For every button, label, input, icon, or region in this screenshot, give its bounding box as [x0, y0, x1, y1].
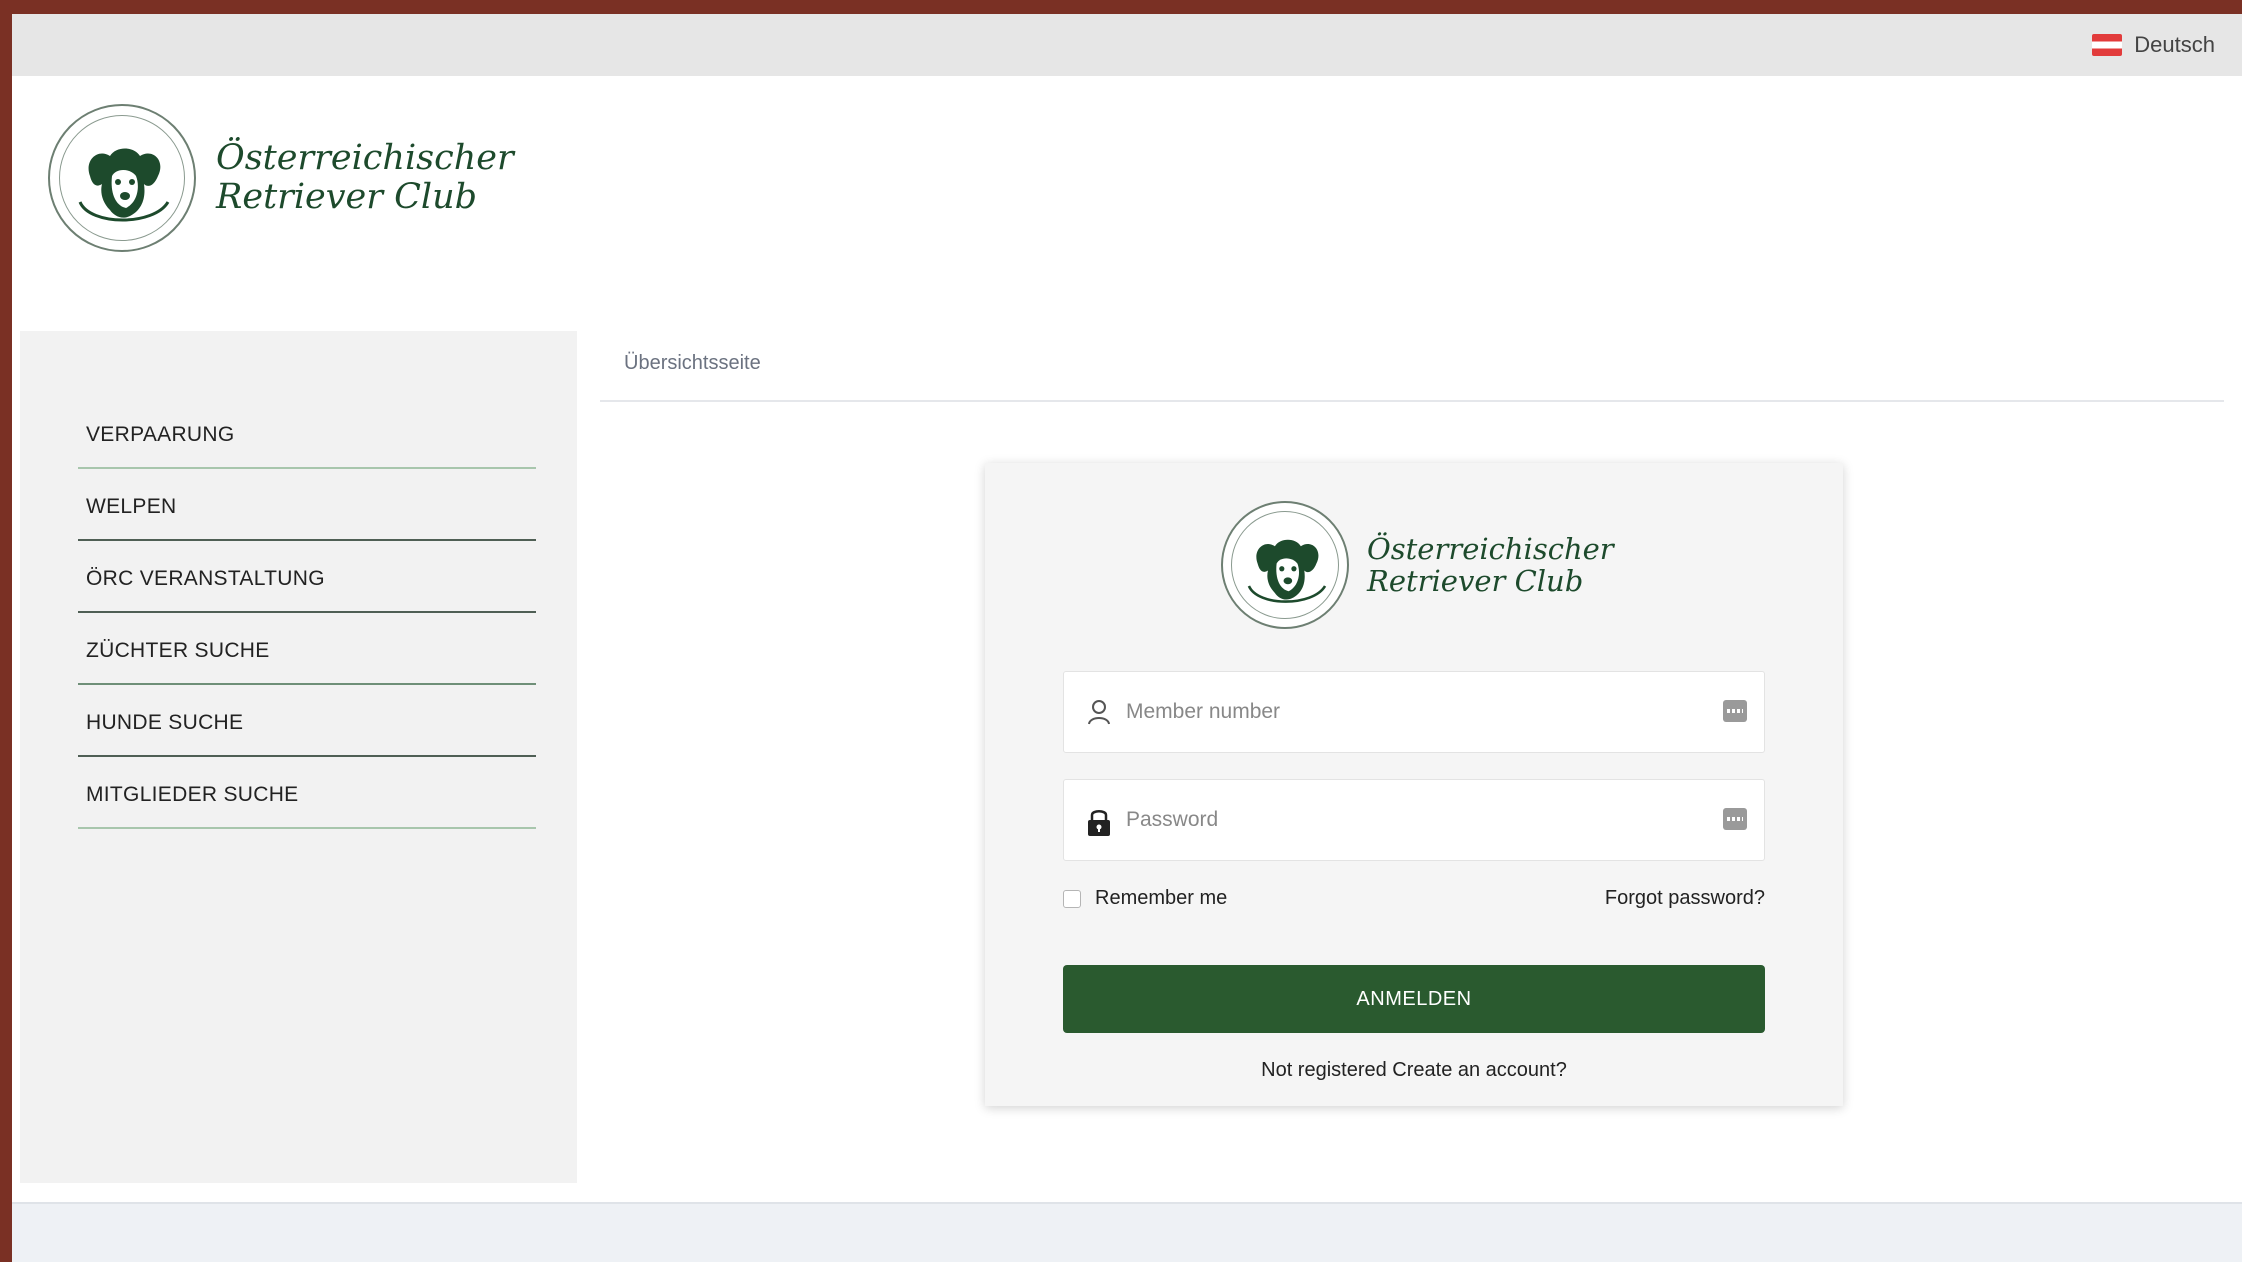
sidebar-menu: VERPAARUNG WELPEN ÖRC VERANSTALTUNG ZÜCH…	[78, 397, 536, 829]
top-bar: Deutsch	[12, 14, 2242, 76]
password-input[interactable]	[1126, 780, 1686, 860]
login-logo: Österreichischer Retriever Club	[1221, 501, 1614, 629]
browser-page: Deutsch Österreichischer Retriever Club	[12, 14, 2242, 1262]
forgot-password-link[interactable]: Forgot password?	[1605, 887, 1765, 910]
lock-icon	[1086, 806, 1112, 843]
sidebar-item-mitglieder-suche[interactable]: MITGLIEDER SUCHE	[78, 757, 536, 829]
member-number-field	[1063, 671, 1765, 753]
breadcrumb[interactable]: Übersichtsseite	[624, 352, 761, 375]
password-field	[1063, 779, 1765, 861]
password-manager-icon[interactable]	[1723, 700, 1747, 722]
austria-flag-icon	[2092, 34, 2123, 56]
sidebar: VERPAARUNG WELPEN ÖRC VERANSTALTUNG ZÜCH…	[20, 331, 577, 1183]
brand-line-1: Österreichischer	[1367, 531, 1614, 566]
login-logo-text: Österreichischer Retriever Club	[1367, 531, 1614, 598]
login-button[interactable]: ANMELDEN	[1063, 965, 1765, 1033]
remember-me-label: Remember me	[1095, 887, 1228, 909]
brand-line-2: Retriever Club	[216, 177, 478, 217]
login-card: Österreichischer Retriever Club Member n…	[985, 463, 1843, 1106]
sidebar-item-orc-veranstaltung[interactable]: ÖRC VERANSTALTUNG	[78, 541, 536, 613]
sidebar-item-welpen[interactable]: WELPEN	[78, 469, 536, 541]
breadcrumb-divider	[600, 400, 2224, 402]
sidebar-item-zuechter-suche[interactable]: ZÜCHTER SUCHE	[78, 613, 536, 685]
remember-me-checkbox[interactable]	[1063, 889, 1081, 908]
brand-line-1: Österreichischer	[216, 137, 514, 178]
club-seal-icon	[48, 104, 196, 252]
site-logo[interactable]: Österreichischer Retriever Club	[48, 104, 514, 252]
sidebar-item-hunde-suche[interactable]: HUNDE SUCHE	[78, 685, 536, 757]
footer	[12, 1202, 2242, 1262]
register-link[interactable]: Not registered Create an account?	[985, 1059, 1843, 1082]
password-manager-icon[interactable]	[1723, 808, 1747, 830]
brand-line-2: Retriever Club	[1367, 564, 1584, 598]
user-icon	[1086, 698, 1112, 731]
remember-me[interactable]: Remember me	[1063, 887, 1227, 910]
club-seal-icon	[1221, 501, 1349, 629]
site-header: Österreichischer Retriever Club	[12, 76, 2242, 284]
sidebar-item-verpaarung[interactable]: VERPAARUNG	[78, 397, 536, 469]
language-label: Deutsch	[2134, 32, 2215, 57]
language-selector[interactable]: Deutsch	[2092, 32, 2215, 58]
member-number-input[interactable]	[1126, 672, 1686, 752]
site-logo-text: Österreichischer Retriever Club	[216, 137, 514, 217]
